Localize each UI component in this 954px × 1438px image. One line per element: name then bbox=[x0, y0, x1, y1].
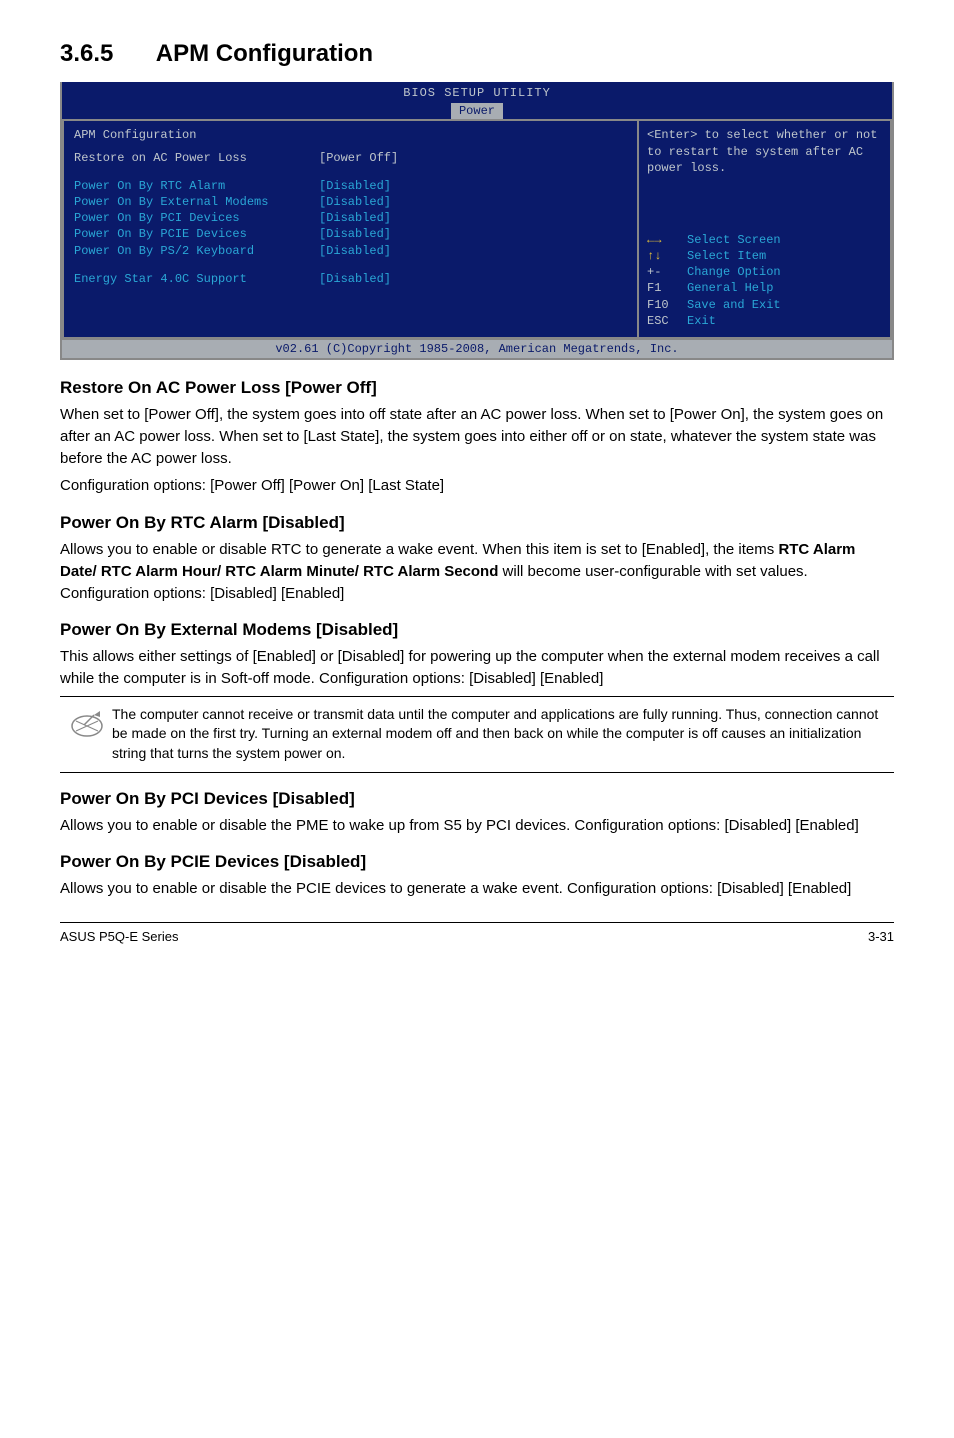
hotkey-desc: Exit bbox=[687, 313, 716, 329]
section-number: 3.6.5 bbox=[60, 40, 150, 68]
bios-option-row: Energy Star 4.0C Support[Disabled] bbox=[74, 271, 627, 287]
heading-pcie: Power On By PCIE Devices [Disabled] bbox=[60, 852, 894, 872]
heading-restore-ac: Restore On AC Power Loss [Power Off] bbox=[60, 378, 894, 398]
bios-option-value: [Disabled] bbox=[319, 178, 391, 194]
heading-rtc-alarm: Power On By RTC Alarm [Disabled] bbox=[60, 513, 894, 533]
bios-option-row: Power On By PS/2 Keyboard[Disabled] bbox=[74, 243, 627, 259]
note-box: The computer cannot receive or transmit … bbox=[60, 696, 894, 773]
bios-hotkey-row: ↑↓Select Item bbox=[647, 248, 882, 264]
bios-left-pane: APM Configuration Restore on AC Power Lo… bbox=[62, 119, 638, 339]
bios-titlebar: BIOS SETUP UTILITY Power bbox=[62, 82, 892, 119]
page-footer: ASUS P5Q-E Series 3-31 bbox=[60, 922, 894, 944]
note-icon bbox=[62, 705, 112, 764]
note-text: The computer cannot receive or transmit … bbox=[112, 705, 892, 764]
bios-option-label: Power On By PCI Devices bbox=[74, 210, 319, 226]
bios-title: BIOS SETUP UTILITY bbox=[62, 85, 892, 101]
bios-screenshot: BIOS SETUP UTILITY Power APM Configurati… bbox=[60, 82, 894, 360]
bios-option-value: [Disabled] bbox=[319, 210, 391, 226]
hotkey-desc: General Help bbox=[687, 280, 773, 296]
bios-option-row: Restore on AC Power Loss[Power Off] bbox=[74, 150, 627, 166]
bios-option-label: Power On By PCIE Devices bbox=[74, 226, 319, 242]
heading-ext-modems: Power On By External Modems [Disabled] bbox=[60, 620, 894, 640]
hotkey-key: ↑↓ bbox=[647, 248, 687, 264]
hotkey-desc: Select Item bbox=[687, 248, 766, 264]
bios-option-label: Energy Star 4.0C Support bbox=[74, 271, 319, 287]
bios-option-value: [Power Off] bbox=[319, 150, 398, 166]
section-title: APM Configuration bbox=[156, 40, 373, 67]
footer-left: ASUS P5Q-E Series bbox=[60, 929, 179, 944]
bios-option-value: [Disabled] bbox=[319, 194, 391, 210]
hotkey-key: +- bbox=[647, 264, 687, 280]
hotkey-desc: Select Screen bbox=[687, 232, 781, 248]
bios-footer: v02.61 (C)Copyright 1985-2008, American … bbox=[62, 339, 892, 358]
bios-option-value: [Disabled] bbox=[319, 226, 391, 242]
bios-help-text: <Enter> to select whether or not to rest… bbox=[647, 127, 882, 176]
footer-right: 3-31 bbox=[868, 929, 894, 944]
hotkey-key: F10 bbox=[647, 297, 687, 313]
para: When set to [Power Off], the system goes… bbox=[60, 404, 894, 469]
bios-tab: Power bbox=[451, 103, 503, 119]
bios-option-label: Restore on AC Power Loss bbox=[74, 150, 319, 166]
bios-hotkey-row: ESCExit bbox=[647, 313, 882, 329]
hotkey-desc: Save and Exit bbox=[687, 297, 781, 313]
bios-option-label: Power On By RTC Alarm bbox=[74, 178, 319, 194]
bios-option-label: Power On By PS/2 Keyboard bbox=[74, 243, 319, 259]
hotkey-key: ←→ bbox=[647, 232, 687, 248]
para: Configuration options: [Power Off] [Powe… bbox=[60, 475, 894, 497]
heading-pci: Power On By PCI Devices [Disabled] bbox=[60, 789, 894, 809]
para: Allows you to enable or disable the PCIE… bbox=[60, 878, 894, 900]
para: Allows you to enable or disable the PME … bbox=[60, 815, 894, 837]
bios-hotkey-row: +-Change Option bbox=[647, 264, 882, 280]
hotkey-desc: Change Option bbox=[687, 264, 781, 280]
bios-option-row: Power On By PCIE Devices[Disabled] bbox=[74, 226, 627, 242]
bios-option-value: [Disabled] bbox=[319, 243, 391, 259]
bios-option-value: [Disabled] bbox=[319, 271, 391, 287]
para: Allows you to enable or disable RTC to g… bbox=[60, 539, 894, 604]
para: This allows either settings of [Enabled]… bbox=[60, 646, 894, 690]
bios-pane-heading: APM Configuration bbox=[74, 127, 627, 143]
bios-help-pane: <Enter> to select whether or not to rest… bbox=[638, 119, 892, 339]
bios-hotkeys: ←→Select Screen↑↓Select Item+-Change Opt… bbox=[647, 232, 882, 329]
bios-option-label: Power On By External Modems bbox=[74, 194, 319, 210]
text: Allows you to enable or disable RTC to g… bbox=[60, 541, 778, 558]
bios-hotkey-row: F10Save and Exit bbox=[647, 297, 882, 313]
bios-hotkey-row: F1General Help bbox=[647, 280, 882, 296]
section-heading: 3.6.5 APM Configuration bbox=[60, 40, 894, 68]
bios-option-row: Power On By RTC Alarm[Disabled] bbox=[74, 178, 627, 194]
hotkey-key: ESC bbox=[647, 313, 687, 329]
bios-hotkey-row: ←→Select Screen bbox=[647, 232, 882, 248]
bios-option-row: Power On By PCI Devices[Disabled] bbox=[74, 210, 627, 226]
bios-option-row: Power On By External Modems[Disabled] bbox=[74, 194, 627, 210]
hotkey-key: F1 bbox=[647, 280, 687, 296]
